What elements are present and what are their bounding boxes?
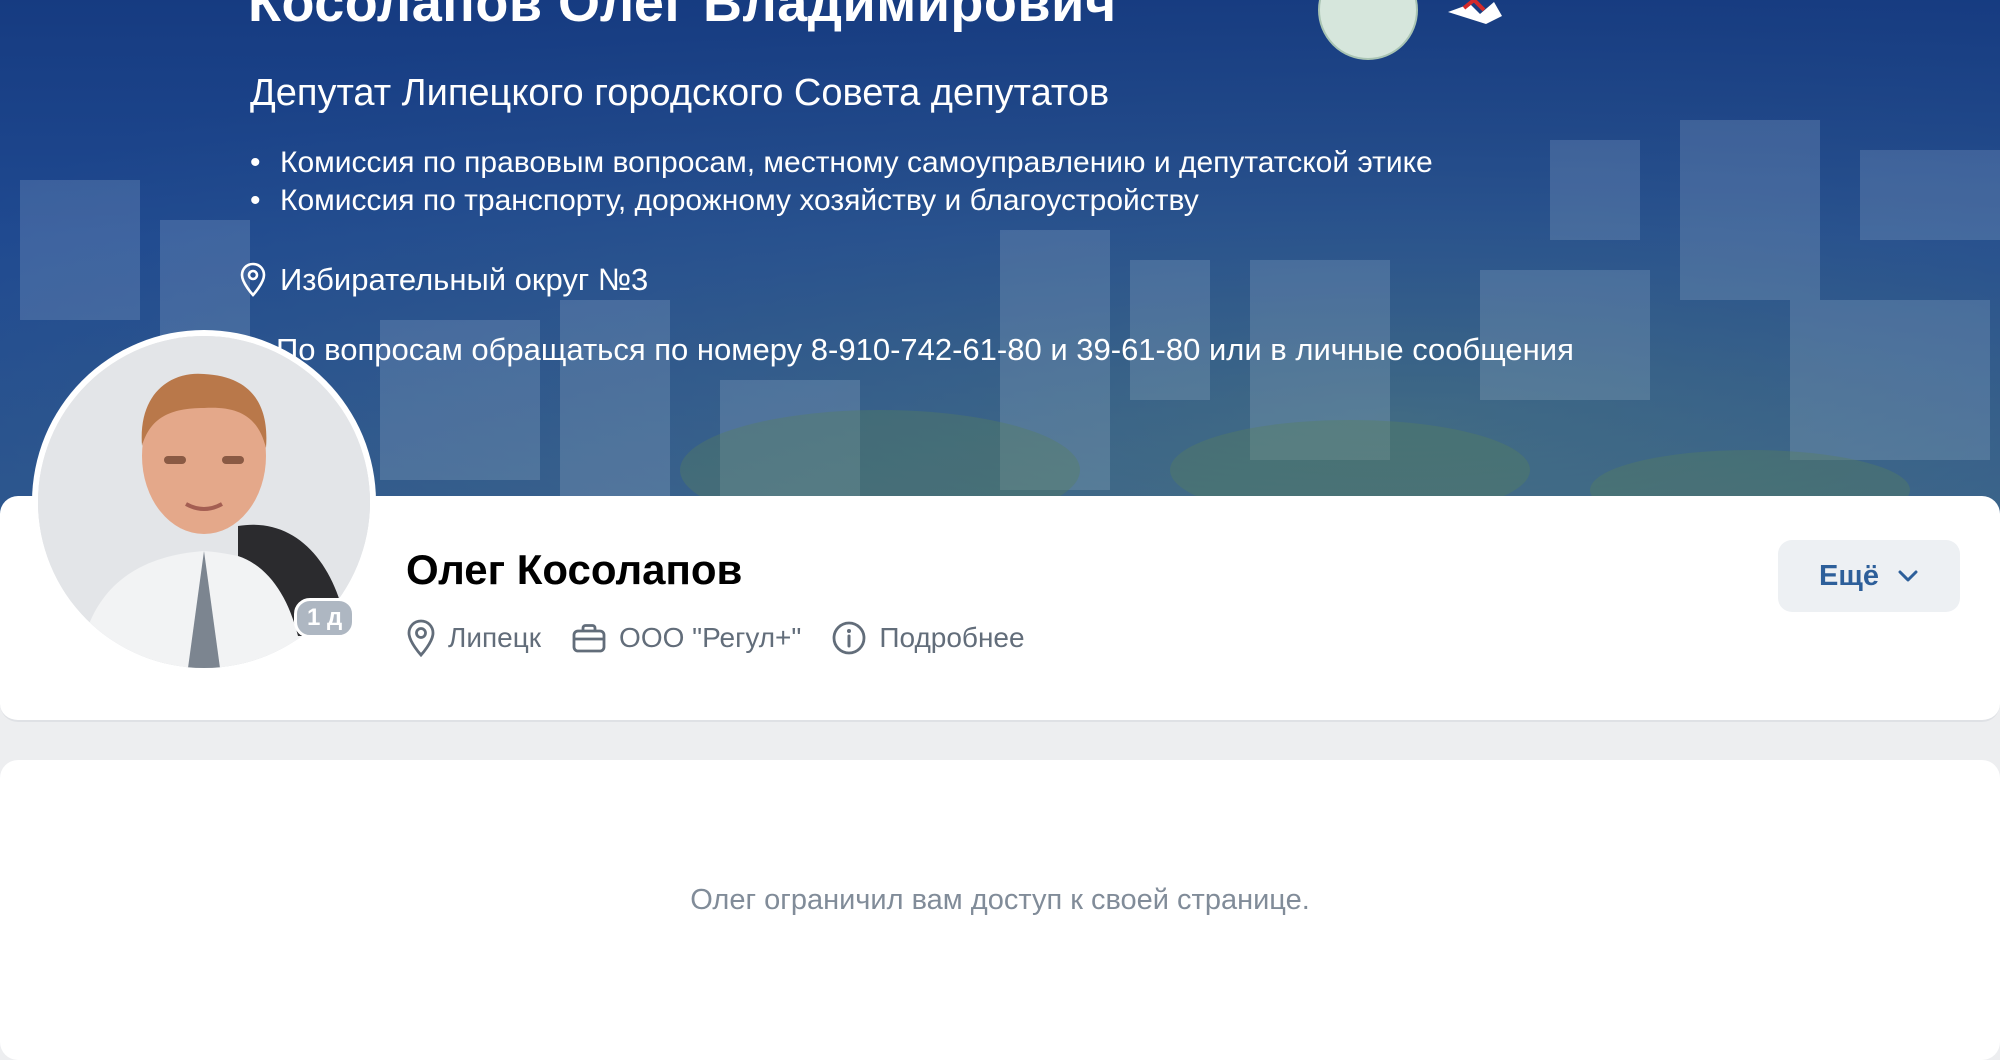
cover-contact: По вопросам обращаться по номеру 8-910-7… xyxy=(276,332,1574,367)
commission-label: Комиссия по правовым вопросам, местному … xyxy=(280,146,1433,179)
company-label: ООО "Регул+" xyxy=(619,622,802,653)
location-pin-icon xyxy=(407,619,435,658)
cover-district: Избирательный округ №3 xyxy=(240,262,648,298)
cover-commission-item: • Комиссия по транспорту, дорожному хозяй… xyxy=(250,184,1199,218)
bullet: • xyxy=(250,146,261,179)
more-button-label: Ещё xyxy=(1819,559,1879,592)
briefcase-icon xyxy=(572,624,606,653)
commission-label: Комиссия по транспорту, дорожному хозяйс… xyxy=(280,184,1199,217)
district-label: Избирательный округ №3 xyxy=(280,262,649,297)
profile-company[interactable]: ООО "Регул+" xyxy=(571,622,801,654)
online-status-badge: 1 д xyxy=(294,598,356,638)
chevron-down-icon xyxy=(1898,570,1918,582)
profile-name: Олег Косолапов xyxy=(406,546,743,593)
more-button[interactable]: Ещё xyxy=(1778,540,1960,612)
bullet: • xyxy=(250,184,261,217)
location-pin-icon xyxy=(240,262,266,297)
restricted-access-message: Олег ограничил вам доступ к своей страни… xyxy=(690,884,1310,916)
profile-meta-row: Липецк ООО "Регул+" Подробнее xyxy=(406,618,1055,658)
profile-city[interactable]: Липецк xyxy=(406,618,541,658)
info-icon xyxy=(832,621,866,655)
party-logo xyxy=(1448,0,1502,24)
cover-title: Косолапов Олег Владимирович xyxy=(248,0,1117,33)
profile-details-link[interactable]: Подробнее xyxy=(831,620,1025,656)
details-label: Подробнее xyxy=(879,622,1025,653)
city-label: Липецк xyxy=(448,622,542,653)
cover-commission-item: • Комиссия по правовым вопросам, местному… xyxy=(250,146,1433,180)
cover-subtitle: Депутат Липецкого городского Совета депу… xyxy=(250,72,1110,114)
